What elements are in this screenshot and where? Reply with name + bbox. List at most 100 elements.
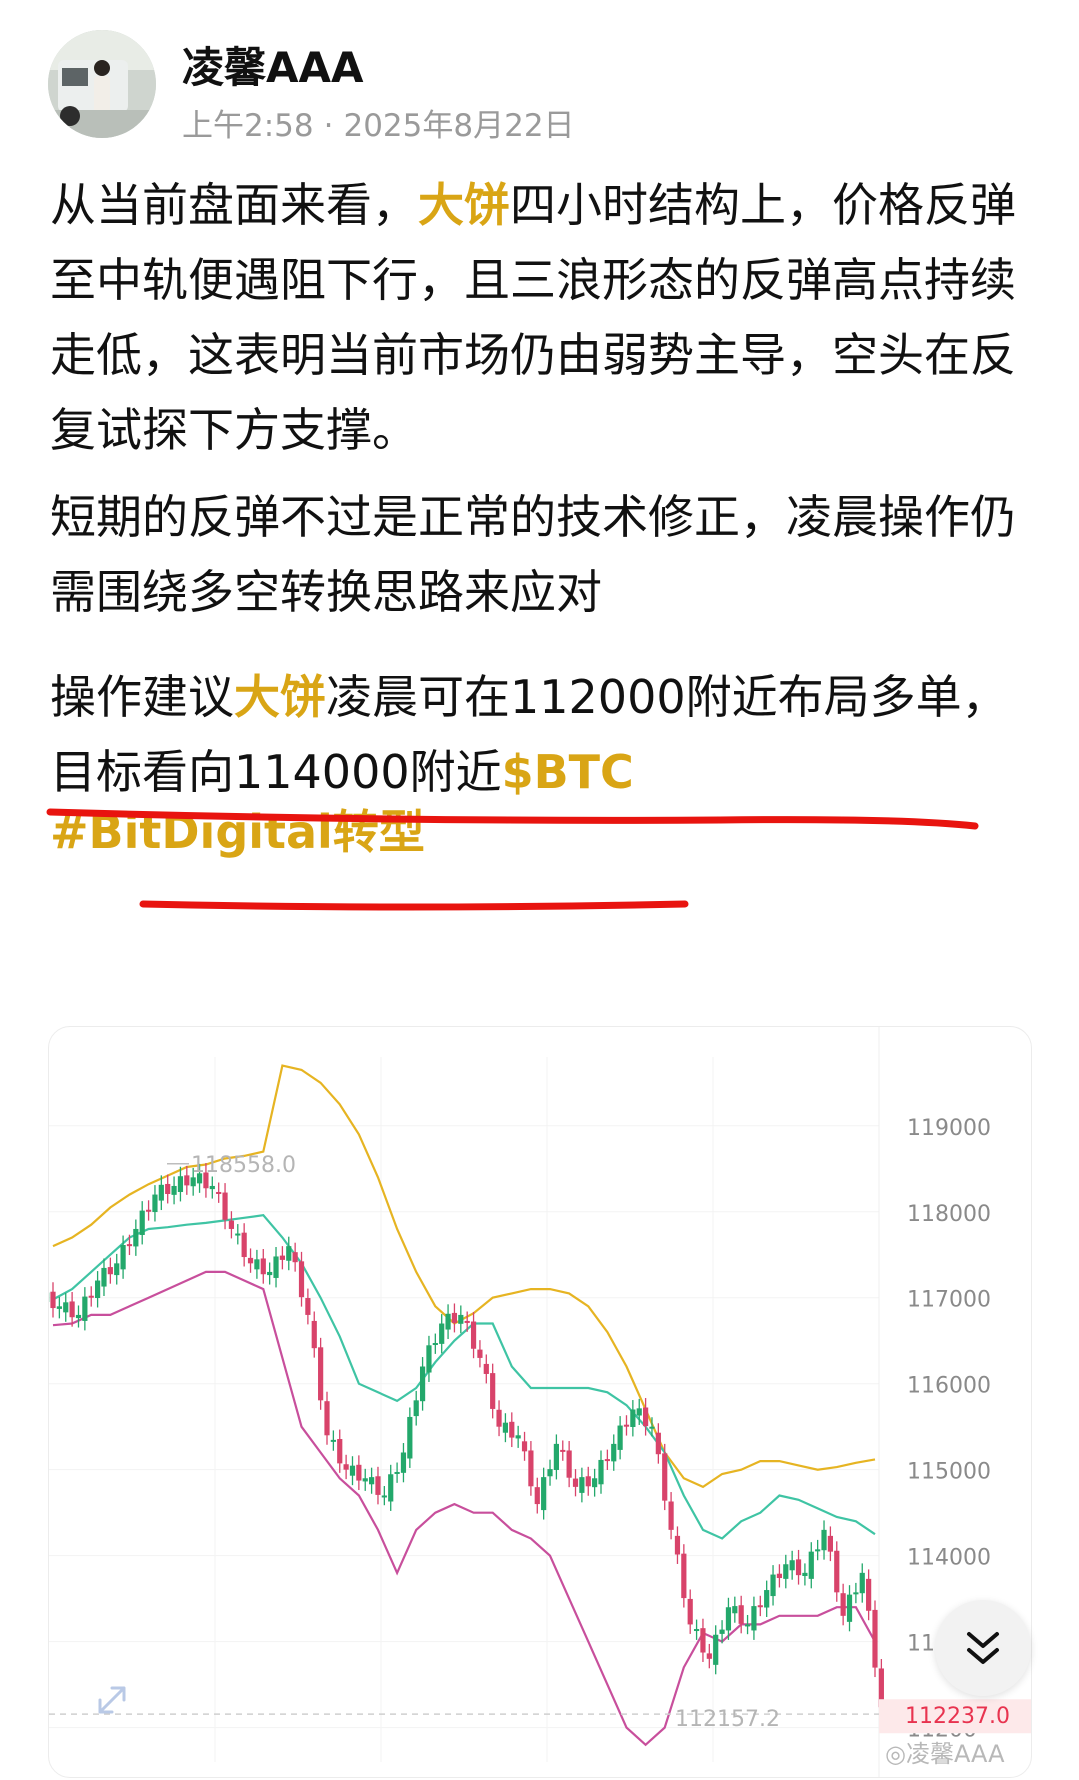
candle-body xyxy=(439,1323,445,1344)
candle-body xyxy=(50,1291,56,1309)
candle-body xyxy=(171,1185,177,1195)
candle-body xyxy=(305,1298,311,1315)
candle-body xyxy=(866,1578,872,1611)
expand-icon[interactable] xyxy=(92,1680,132,1724)
candle-body xyxy=(413,1400,419,1417)
bollinger-lower-line xyxy=(52,1270,876,1747)
candle-body xyxy=(362,1478,368,1482)
candle-body xyxy=(247,1257,254,1264)
candle-body xyxy=(273,1256,279,1278)
candle-body xyxy=(744,1624,751,1627)
candle-body xyxy=(337,1439,343,1464)
candle-body xyxy=(126,1244,133,1247)
candle-body xyxy=(222,1192,228,1220)
candle-body xyxy=(534,1487,540,1505)
candle-body xyxy=(349,1465,356,1476)
candle-body xyxy=(611,1443,617,1462)
candle-body xyxy=(158,1184,164,1201)
candle-body xyxy=(228,1220,235,1229)
candle-body xyxy=(95,1280,101,1299)
y-tick-label: 119000 xyxy=(907,1116,991,1141)
candle-body xyxy=(419,1366,426,1402)
candle-body xyxy=(585,1476,591,1487)
candle-body xyxy=(687,1598,693,1625)
candle-body xyxy=(483,1363,489,1374)
candle-body xyxy=(547,1469,553,1477)
candle-body xyxy=(381,1495,387,1498)
candle-body xyxy=(267,1271,273,1276)
candle-body xyxy=(764,1590,770,1608)
candle-body xyxy=(458,1314,464,1324)
candle-body xyxy=(426,1345,432,1373)
candle-body xyxy=(209,1185,215,1190)
candle-body xyxy=(560,1449,566,1452)
candle-body xyxy=(235,1233,241,1236)
candle-body xyxy=(834,1550,840,1593)
candle-body xyxy=(751,1606,757,1631)
candle-body xyxy=(330,1439,336,1442)
candle-body xyxy=(617,1425,623,1450)
candle-body xyxy=(152,1194,158,1213)
candle-body xyxy=(509,1421,515,1438)
candle-body xyxy=(490,1373,496,1409)
candle-body xyxy=(464,1320,470,1323)
high-marker-label: 118558.0 xyxy=(191,1153,296,1178)
candle-body xyxy=(770,1574,776,1597)
candle-body xyxy=(139,1210,145,1235)
candle-body xyxy=(719,1629,725,1634)
candle-body xyxy=(821,1529,827,1551)
candle-body xyxy=(477,1349,483,1358)
candle-body xyxy=(400,1452,407,1473)
candle-body xyxy=(82,1296,88,1321)
y-tick-label: 114000 xyxy=(907,1546,991,1571)
candle-body xyxy=(356,1464,362,1481)
candle-body xyxy=(706,1653,712,1659)
candle-body xyxy=(279,1255,285,1260)
candle-body xyxy=(783,1564,789,1579)
candle-body xyxy=(445,1313,451,1330)
candle-body xyxy=(700,1628,706,1653)
candle-body xyxy=(808,1551,814,1579)
candle-body xyxy=(114,1263,120,1276)
underline-stroke-2 xyxy=(139,900,689,911)
candle-body xyxy=(636,1408,642,1416)
candle-body xyxy=(324,1401,330,1436)
candle-body xyxy=(592,1478,598,1488)
candle-body xyxy=(713,1634,719,1665)
candle-body xyxy=(815,1549,821,1552)
candle-body xyxy=(725,1607,732,1631)
candle-body xyxy=(840,1593,846,1616)
candle-body xyxy=(260,1258,266,1275)
scroll-down-button[interactable] xyxy=(935,1600,1031,1696)
underline-stroke-1 xyxy=(46,808,979,830)
candle-body xyxy=(541,1477,547,1511)
candle-body xyxy=(407,1416,413,1459)
y-tick-label: 117000 xyxy=(907,1288,991,1313)
candle-body xyxy=(69,1301,75,1318)
candle-body xyxy=(432,1343,438,1346)
candle-body xyxy=(795,1559,802,1576)
candle-body xyxy=(292,1252,298,1263)
candle-body xyxy=(528,1450,534,1487)
current-price-label: 112237.0 xyxy=(905,1704,1010,1729)
candle-body xyxy=(120,1245,126,1270)
candle-body xyxy=(184,1175,190,1186)
candle-body xyxy=(241,1232,247,1258)
chart-card[interactable]: 119000 118000 117000 116000 115000 114000 113 1… xyxy=(48,1026,1032,1778)
candle-body xyxy=(343,1464,349,1470)
candle-body xyxy=(579,1477,585,1493)
candle-body xyxy=(649,1426,655,1429)
candle-body xyxy=(369,1477,375,1485)
candlestick-chart: 1190001180001170001160001150001140001131… xyxy=(49,1027,1031,1777)
candle-body xyxy=(63,1302,69,1313)
candle-body xyxy=(604,1459,610,1462)
candle-body xyxy=(190,1177,196,1187)
candle-body xyxy=(776,1573,783,1579)
low-marker-label: 112157.2 xyxy=(675,1707,780,1732)
candle-body xyxy=(88,1295,94,1298)
candle-body xyxy=(56,1306,62,1309)
candle-body xyxy=(375,1476,381,1495)
candle-body xyxy=(515,1435,521,1439)
candle-body xyxy=(623,1424,630,1427)
candle-body xyxy=(668,1501,674,1530)
